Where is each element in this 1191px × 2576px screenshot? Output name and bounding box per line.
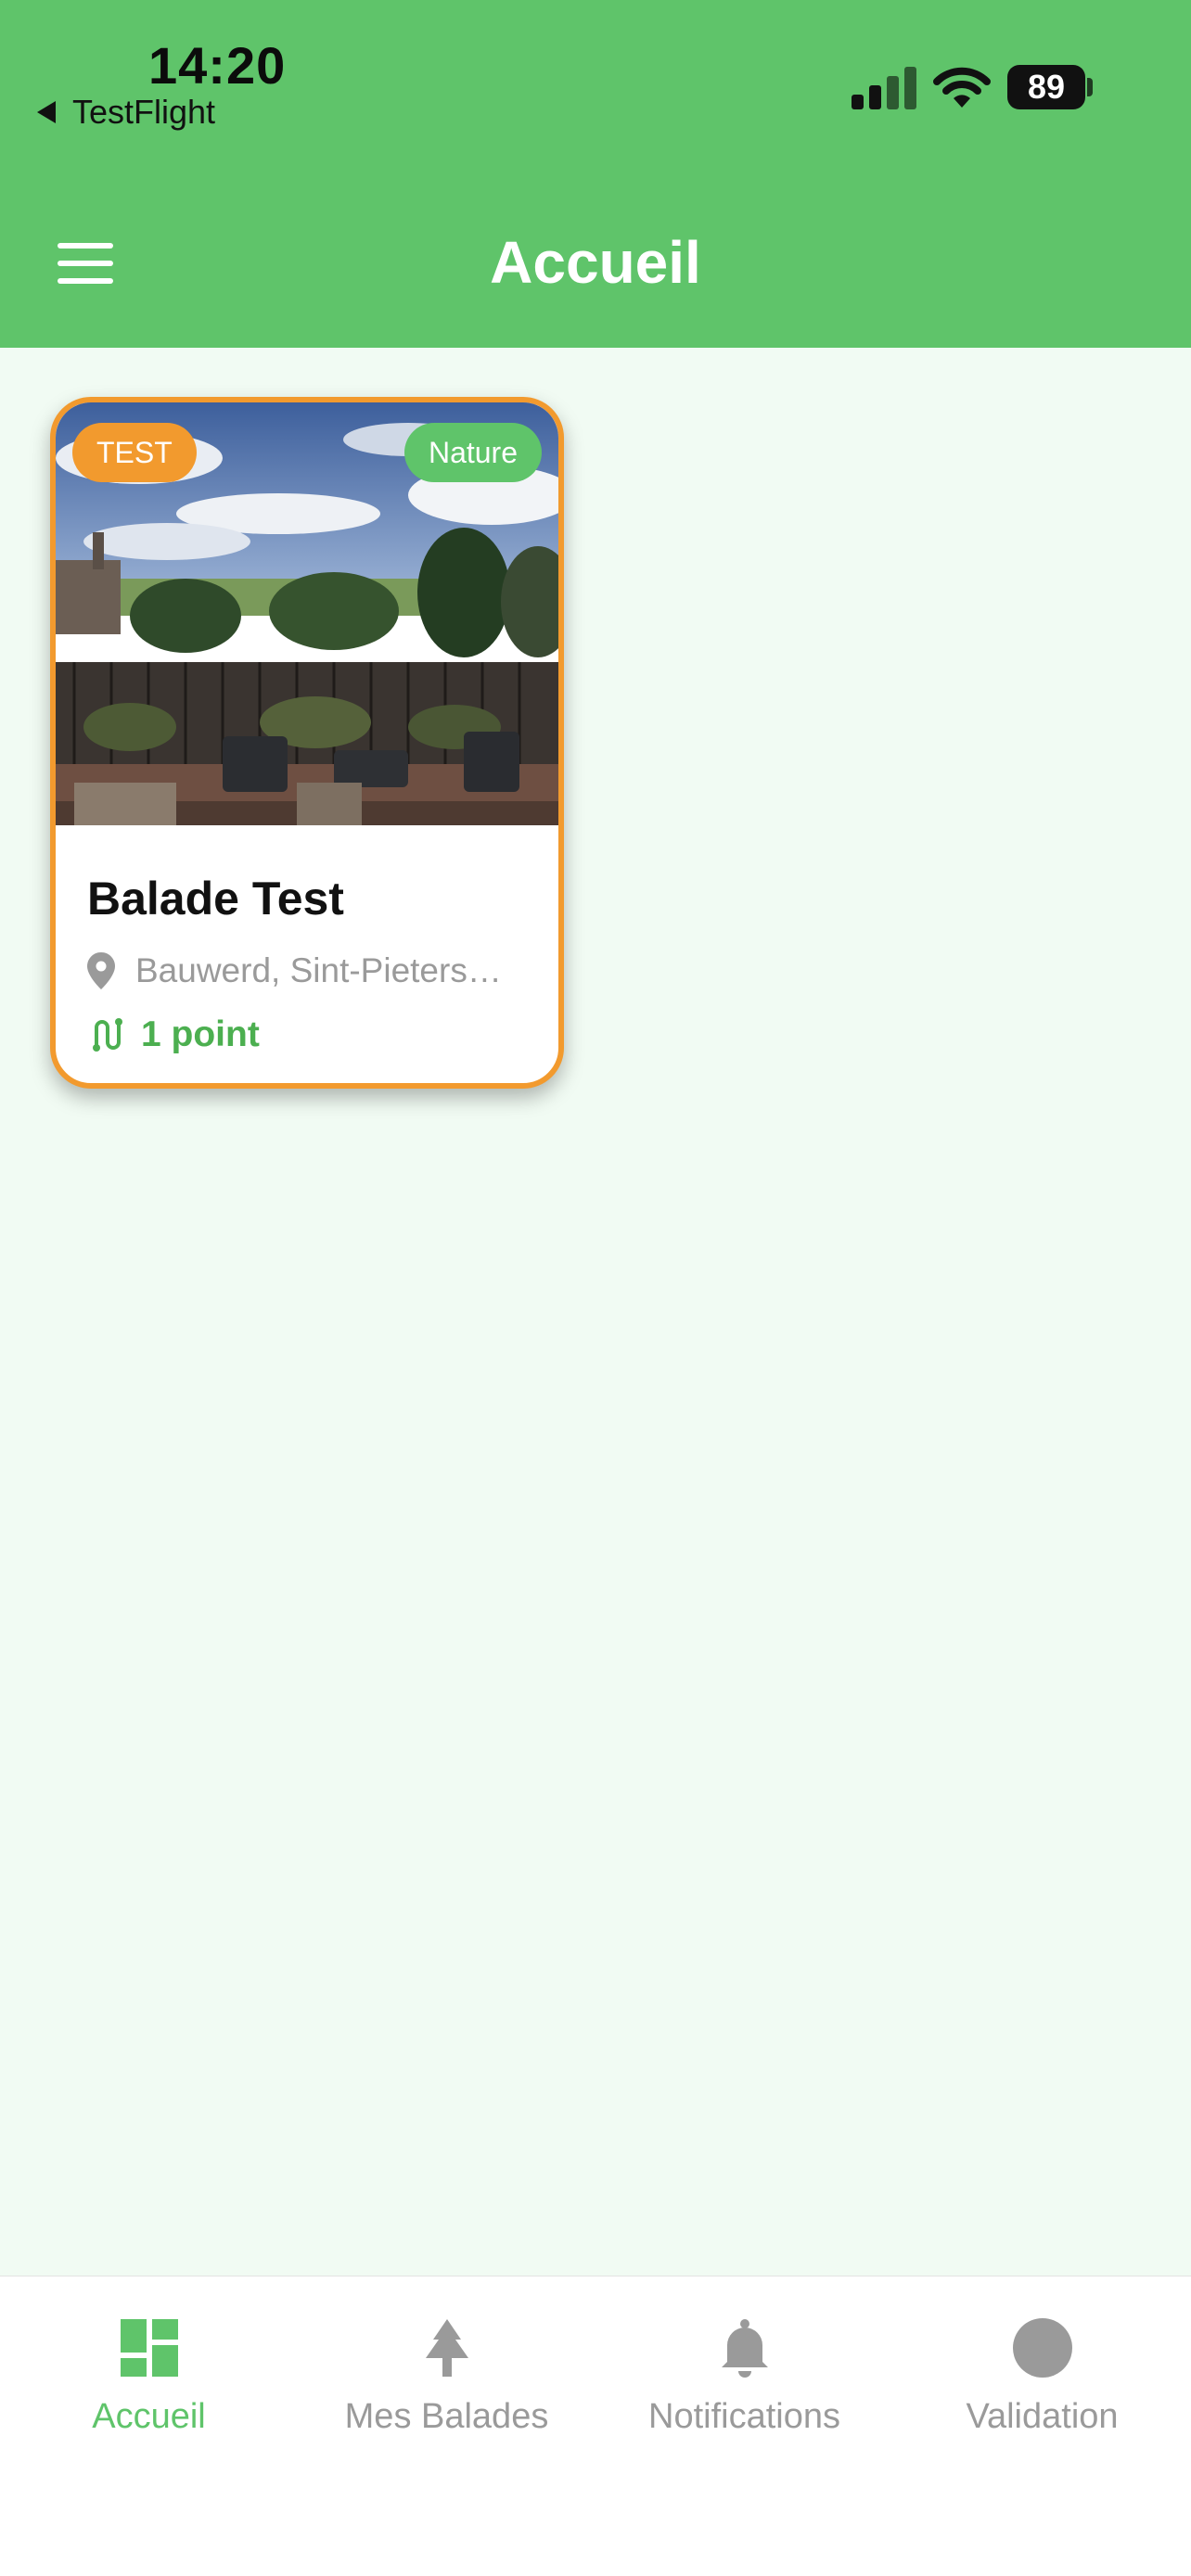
tab-notifications-label: Notifications (648, 2397, 840, 2436)
wifi-icon (933, 67, 991, 108)
walk-badge-test: TEST (72, 423, 197, 482)
tab-validation[interactable]: Validation (893, 2276, 1191, 2462)
cellular-signal-icon (852, 65, 916, 109)
tab-accueil-label: Accueil (92, 2397, 206, 2436)
back-app-label: TestFlight (72, 93, 216, 131)
tab-notifications[interactable]: Notifications (596, 2276, 893, 2462)
route-icon (93, 1018, 122, 1052)
walk-title: Balade Test (87, 873, 344, 925)
tab-accueil[interactable]: Accueil (0, 2276, 298, 2462)
walk-points-text: 1 point (141, 1014, 260, 1054)
walk-card[interactable]: TEST Nature Balade Test Bauwerd, Sint-Pi… (50, 397, 564, 1089)
walk-location-text: Bauwerd, Sint-Pieters… (135, 951, 502, 989)
back-arrow-icon (37, 101, 56, 123)
tab-mes-balades-label: Mes Balades (344, 2397, 549, 2436)
walk-location: Bauwerd, Sint-Pieters… (87, 951, 502, 990)
tree-icon (426, 2319, 468, 2377)
back-to-testflight[interactable]: TestFlight (37, 93, 215, 132)
app-header: 14:20 TestFlight 89 Accueil (0, 0, 1191, 348)
circle-icon (1013, 2318, 1072, 2378)
bell-icon (722, 2319, 768, 2378)
walk-category-badge: Nature (403, 423, 542, 482)
tab-mes-balades[interactable]: Mes Balades (298, 2276, 596, 2462)
location-pin-icon (87, 952, 115, 989)
battery-level: 89 (1027, 68, 1066, 106)
walk-points: 1 point (87, 1014, 260, 1055)
page-title: Accueil (490, 229, 701, 296)
tab-validation-label: Validation (966, 2397, 1119, 2436)
status-time: 14:20 (148, 36, 287, 95)
battery-indicator: 89 (1007, 65, 1085, 109)
dashboard-icon (121, 2319, 178, 2377)
bottom-tab-bar: Accueil Mes Balades Notifications Valida… (0, 2276, 1191, 2576)
battery-tip (1087, 78, 1093, 96)
